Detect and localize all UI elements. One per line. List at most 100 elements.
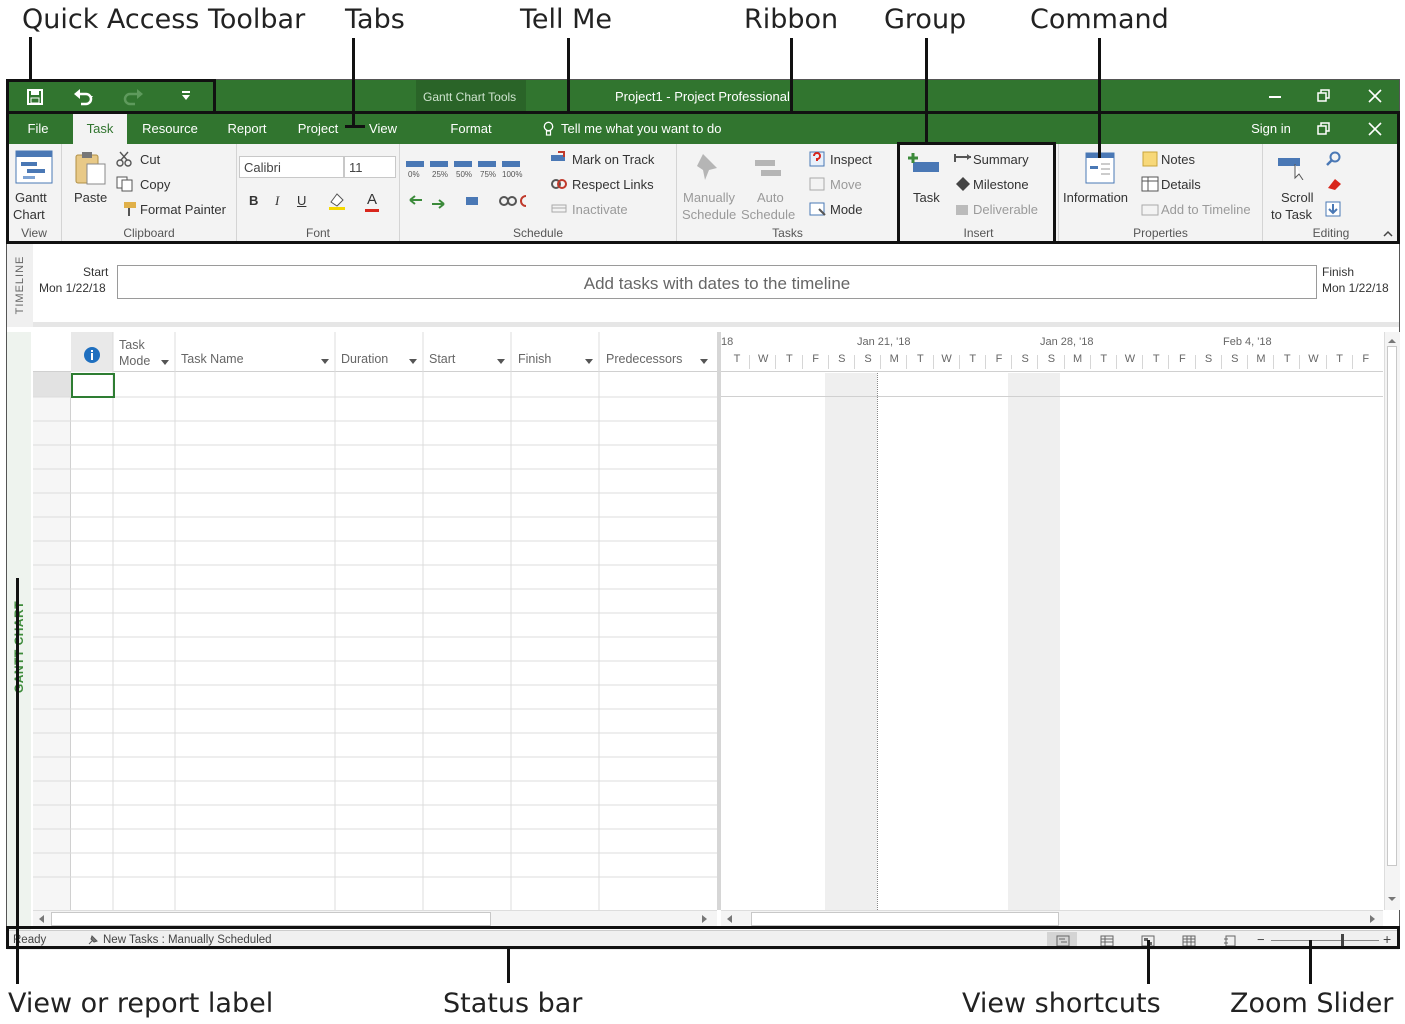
day-label: S (838, 353, 846, 365)
timeline-start-date: Mon 1/22/18 (39, 281, 106, 295)
minimize-icon[interactable] (1269, 95, 1283, 99)
day-separator (985, 355, 986, 369)
day-label: S (1047, 353, 1056, 365)
day-separator (827, 355, 829, 369)
chart-h-scroll-thumb[interactable] (751, 912, 1059, 926)
restore-icon[interactable] (1317, 89, 1331, 103)
leader-group (925, 38, 928, 143)
day-separator (801, 355, 803, 369)
week-label-0: 18 (721, 336, 734, 348)
day-separator (1247, 355, 1248, 369)
nonworking-shading-1 (825, 373, 877, 910)
week-label-3: Feb 4, '18 (1223, 336, 1272, 348)
callout-command: Command (1030, 4, 1169, 35)
day-label: T (917, 353, 924, 365)
day-separator (1116, 355, 1117, 369)
leader-view-label (16, 578, 19, 984)
window-title: Project1 - Project Professional (615, 89, 790, 104)
close-icon[interactable] (1368, 89, 1382, 103)
day-separator (906, 355, 908, 369)
leader-qat (29, 37, 32, 81)
day-label: T (1283, 353, 1291, 365)
view-splitter[interactable] (717, 332, 721, 910)
callout-status-bar: Status bar (443, 988, 583, 1019)
leader-status-bar (507, 949, 510, 983)
timeline-finish-date: Mon 1/22/18 (1322, 281, 1389, 295)
day-separator (932, 355, 934, 369)
day-label: S (1021, 353, 1029, 365)
day-separator (1273, 355, 1275, 369)
timeline-pane: TIMELINE Start Mon 1/22/18 Add tasks wit… (7, 243, 1399, 327)
leader-tell-me (567, 38, 570, 112)
day-separator (1168, 355, 1170, 369)
day-separator (1325, 355, 1327, 369)
day-label: F (995, 353, 1003, 365)
day-separator (1011, 355, 1013, 369)
context-tools-label: Gantt Chart Tools (423, 90, 517, 104)
callout-quick-access-toolbar: Quick Access Toolbar (22, 4, 306, 35)
timeline-start-label: Start (83, 265, 109, 279)
week-label-2: Jan 28, '18 (1040, 336, 1094, 348)
callout-box-qat (6, 79, 216, 114)
day-separator (1351, 355, 1353, 369)
day-label: T (733, 353, 741, 365)
view-label: GANTT CHART (12, 600, 26, 694)
leader-ribbon (790, 38, 793, 112)
timeline-finish-label: Finish (1322, 265, 1355, 279)
day-label: T (786, 353, 793, 365)
day-separator (958, 355, 960, 369)
timeline-side-label: TIMELINE (14, 255, 26, 315)
callout-view-label: View or report label (8, 988, 274, 1019)
day-label: S (864, 353, 872, 365)
chart-scroll-left-icon[interactable] (725, 914, 735, 924)
day-label: W (757, 353, 769, 365)
day-label: S (1204, 353, 1213, 365)
day-separator (1299, 355, 1301, 369)
day-separator (749, 355, 751, 369)
day-separator (1142, 355, 1144, 369)
day-separator (1220, 355, 1222, 369)
day-label: F (1362, 353, 1370, 365)
day-label: W (1124, 353, 1136, 365)
current-date-line (877, 373, 878, 910)
chart-scroll-right-icon[interactable] (1367, 914, 1377, 924)
day-label: W (1308, 353, 1319, 365)
vertical-scroll-thumb[interactable] (1387, 346, 1397, 866)
day-separator (854, 355, 855, 369)
timeline-placeholder: Add tasks with dates to the timeline (583, 274, 851, 293)
day-label: M (1073, 353, 1083, 365)
nonworking-shading-2 (1008, 373, 1060, 910)
callout-tabs: Tabs (345, 4, 405, 35)
day-label: F (1179, 353, 1186, 365)
day-labels-row: TWTFSSMTWTFSSMTWTFSSMTWTF (723, 353, 1383, 371)
leader-tabs-horizontal (345, 125, 365, 128)
figure: Quick Access Toolbar Tabs Tell Me Ribbon… (0, 0, 1405, 1024)
callout-tell-me: Tell Me (520, 4, 613, 35)
callout-zoom-slider: Zoom Slider (1230, 988, 1394, 1019)
callout-box-group (897, 142, 1056, 244)
leader-command (1098, 38, 1101, 158)
table-scroll-left-icon[interactable] (37, 914, 47, 924)
day-separator (1037, 355, 1039, 369)
day-separator (775, 355, 777, 369)
leader-tabs-vertical (352, 38, 355, 126)
callout-group: Group (884, 4, 967, 35)
gantt-row-line (721, 396, 1383, 397)
day-label: F (812, 353, 819, 365)
day-separator (1063, 355, 1065, 369)
scroll-up-icon[interactable] (1387, 337, 1397, 345)
callout-box-status (6, 926, 1400, 949)
active-cell[interactable] (71, 373, 115, 398)
scroll-down-icon[interactable] (1387, 895, 1397, 903)
day-label: T (969, 353, 977, 365)
day-separator (880, 355, 882, 369)
leader-view-shortcuts (1147, 940, 1150, 984)
leader-zoom-slider (1309, 940, 1312, 984)
gantt-view: GANTT CHART Task Mode Task Name Duration… (7, 332, 1400, 930)
callout-view-shortcuts: View shortcuts (962, 988, 1161, 1019)
table-scroll-right-icon[interactable] (699, 914, 709, 924)
day-separator (1194, 355, 1196, 369)
table-h-scroll-thumb[interactable] (51, 912, 491, 926)
day-separator (1089, 355, 1091, 369)
day-label: T (1152, 353, 1160, 365)
